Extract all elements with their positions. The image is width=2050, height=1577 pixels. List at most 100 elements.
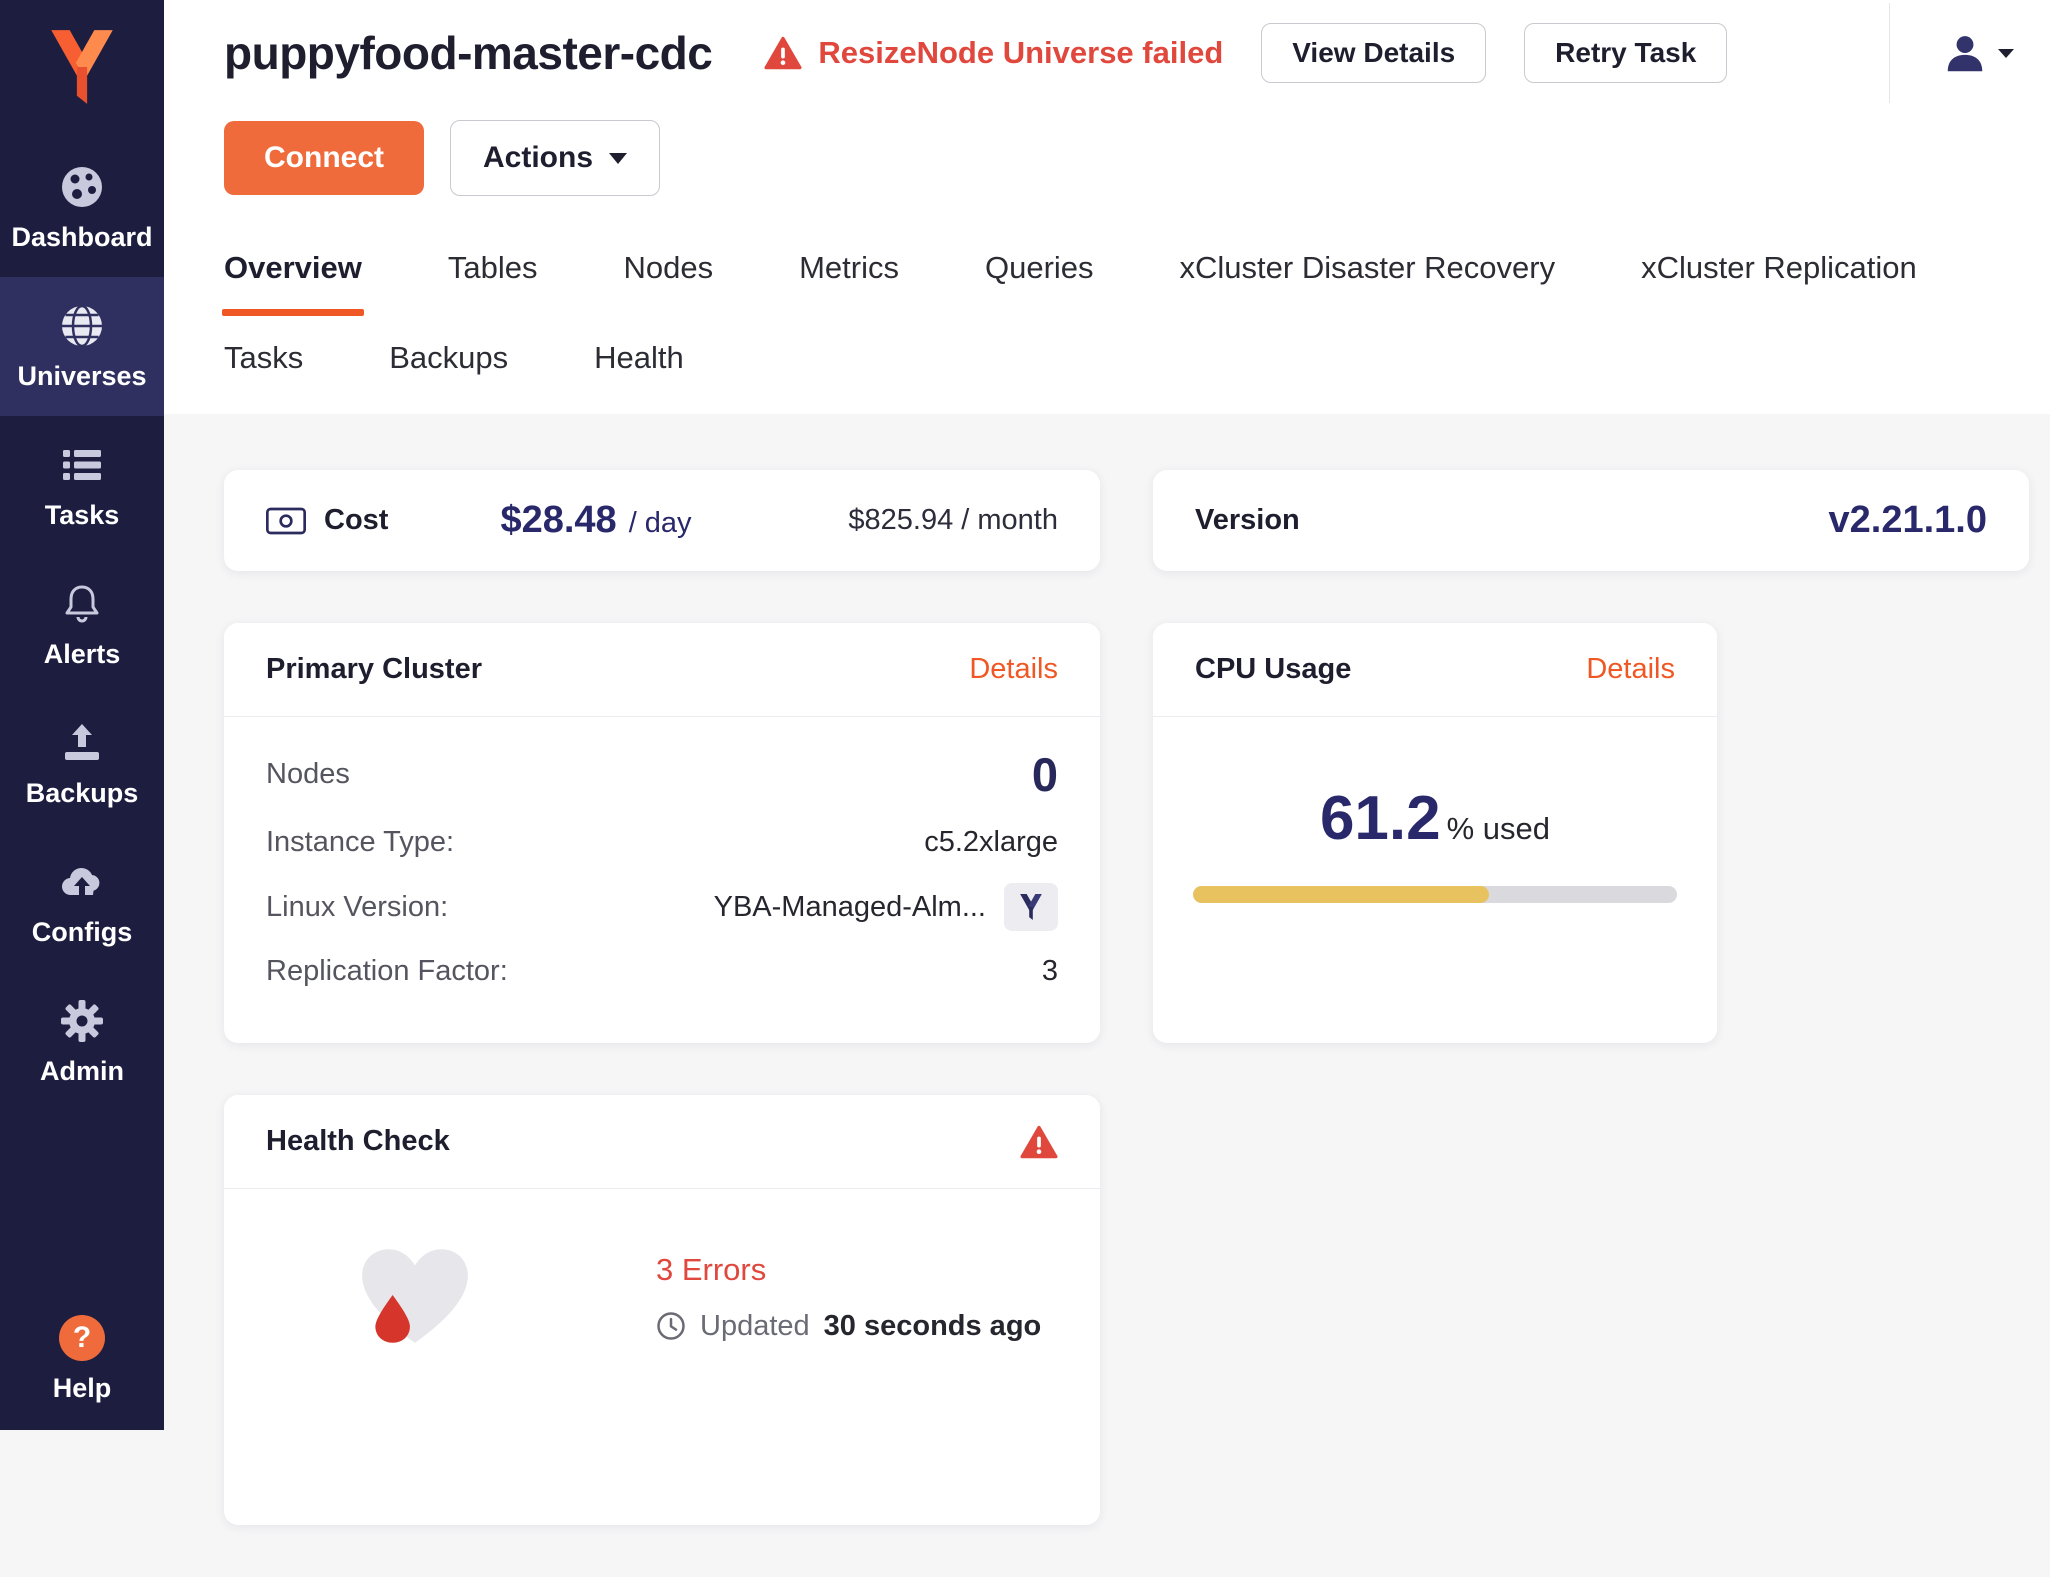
yugabyte-logo-icon <box>43 26 121 108</box>
cpu-usage-details-link[interactable]: Details <box>1586 653 1675 686</box>
header-top-row: puppyfood-master-cdc ResizeNode Universe… <box>224 0 2050 100</box>
sidebar-item-label: Universes <box>17 361 146 392</box>
tab-overview[interactable]: Overview <box>224 250 362 316</box>
sidebar-item-help[interactable]: ? Help <box>0 1289 164 1430</box>
health-updated-value: 30 seconds ago <box>824 1310 1042 1343</box>
cost-monthly-value: $825.94 / month <box>848 504 1058 537</box>
row-label: Linux Version: <box>266 891 448 924</box>
health-errors-link[interactable]: 3 Errors <box>656 1252 1041 1288</box>
tab-metrics[interactable]: Metrics <box>799 250 899 316</box>
cost-daily: $28.48 / day <box>500 499 691 542</box>
sidebar-item-universes[interactable]: Universes <box>0 277 164 416</box>
replication-factor-value: 3 <box>1042 955 1058 988</box>
sidebar-item-admin[interactable]: Admin <box>0 972 164 1111</box>
yugabyte-logo[interactable] <box>0 0 164 138</box>
tab-xcluster-disaster-recovery[interactable]: xCluster Disaster Recovery <box>1180 250 1556 316</box>
tab-health[interactable]: Health <box>594 340 684 376</box>
chevron-down-icon <box>609 153 627 164</box>
version-value: v2.21.1.0 <box>1829 499 1987 542</box>
cpu-usage-progress-fill <box>1193 886 1489 903</box>
primary-cluster-card: Primary Cluster Details Nodes 0 Instance… <box>224 623 1100 1043</box>
row-label: Instance Type: <box>266 826 454 859</box>
help-icon: ? <box>59 1315 105 1361</box>
linux-version-value: YBA-Managed-Alm... <box>714 891 986 924</box>
tabs-row-2: Tasks Backups Health <box>224 340 2050 414</box>
version-card: Version v2.21.1.0 <box>1153 470 2029 571</box>
tab-queries[interactable]: Queries <box>985 250 1094 316</box>
cluster-cards-row: Primary Cluster Details Nodes 0 Instance… <box>224 623 2050 1043</box>
cpu-usage-value-row: 61.2 % used <box>1320 783 1550 854</box>
sidebar-item-backups[interactable]: Backups <box>0 694 164 833</box>
health-check-card: Health Check 3 Errors <box>224 1095 1100 1525</box>
cpu-usage-suffix: % used <box>1447 811 1550 847</box>
tab-nodes[interactable]: Nodes <box>623 250 713 316</box>
tab-tasks[interactable]: Tasks <box>224 340 303 376</box>
row-label: Nodes <box>266 758 350 791</box>
health-updated-label: Updated <box>700 1310 810 1343</box>
sidebar: Dashboard Universes Tasks Alerts <box>0 0 164 1430</box>
actions-label: Actions <box>483 141 593 175</box>
sidebar-item-label: Alerts <box>44 639 121 670</box>
cloud-upload-icon <box>59 859 105 905</box>
instance-type-value: c5.2xlarge <box>924 826 1058 859</box>
user-menu[interactable] <box>1889 3 2050 103</box>
cpu-usage-body: 61.2 % used <box>1153 717 1717 903</box>
tasks-list-icon <box>59 442 105 488</box>
health-check-info: 3 Errors Updated 30 seconds ago <box>656 1252 1041 1343</box>
task-error-text: ResizeNode Universe failed <box>818 35 1223 71</box>
health-updated-row: Updated 30 seconds ago <box>656 1310 1041 1343</box>
cost-daily-unit: / day <box>629 507 692 540</box>
yugabyte-mini-logo-icon <box>1018 892 1044 922</box>
cluster-row-instance-type: Instance Type: c5.2xlarge <box>266 826 1058 859</box>
cluster-row-nodes: Nodes 0 <box>266 747 1058 802</box>
cpu-usage-card: CPU Usage Details 61.2 % used <box>1153 623 1717 1043</box>
sidebar-item-tasks[interactable]: Tasks <box>0 416 164 555</box>
cpu-usage-progress-track <box>1193 886 1677 903</box>
sidebar-item-alerts[interactable]: Alerts <box>0 555 164 694</box>
heart-with-drop-icon <box>354 1241 476 1353</box>
dashboard-icon <box>59 164 105 210</box>
health-check-body: 3 Errors Updated 30 seconds ago <box>224 1189 1100 1353</box>
view-details-button[interactable]: View Details <box>1261 23 1486 83</box>
warning-triangle-icon <box>764 36 802 70</box>
user-avatar-icon <box>1942 30 1988 76</box>
backups-upload-icon <box>59 720 105 766</box>
clock-icon <box>656 1311 686 1341</box>
main-area: puppyfood-master-cdc ResizeNode Universe… <box>164 0 2050 1430</box>
cash-icon <box>266 507 306 535</box>
row-label: Replication Factor: <box>266 955 508 988</box>
cluster-row-linux-version: Linux Version: YBA-Managed-Alm... <box>266 883 1058 931</box>
universe-actions-row: Connect Actions <box>224 120 2050 196</box>
retry-task-button[interactable]: Retry Task <box>1524 23 1727 83</box>
universe-header: puppyfood-master-cdc ResizeNode Universe… <box>164 0 2050 414</box>
primary-cluster-header: Primary Cluster Details <box>224 623 1100 717</box>
nodes-count-value: 0 <box>1032 747 1058 802</box>
cpu-usage-percent: 61.2 <box>1320 783 1441 854</box>
bell-icon <box>59 581 105 627</box>
connect-button[interactable]: Connect <box>224 121 424 195</box>
sidebar-item-configs[interactable]: Configs <box>0 833 164 972</box>
sidebar-item-label: Dashboard <box>11 222 152 253</box>
linux-version-image-button[interactable] <box>1004 883 1058 931</box>
health-warning-triangle-icon <box>1020 1125 1058 1159</box>
primary-cluster-details-link[interactable]: Details <box>969 653 1058 686</box>
cpu-usage-header: CPU Usage Details <box>1153 623 1717 717</box>
sidebar-spacer <box>0 1111 164 1289</box>
tab-backups[interactable]: Backups <box>389 340 508 376</box>
linux-version-wrap: YBA-Managed-Alm... <box>714 883 1058 931</box>
health-cards-row: Health Check 3 Errors <box>224 1095 2050 1525</box>
sidebar-item-label: Tasks <box>45 500 120 531</box>
sidebar-item-label: Backups <box>26 778 139 809</box>
tab-tables[interactable]: Tables <box>448 250 538 316</box>
chevron-down-icon <box>1998 49 2014 58</box>
overview-content: Cost $28.48 / day $825.94 / month Versio… <box>164 414 2050 1577</box>
actions-dropdown-button[interactable]: Actions <box>450 120 660 196</box>
tab-xcluster-replication[interactable]: xCluster Replication <box>1641 250 1917 316</box>
primary-cluster-body: Nodes 0 Instance Type: c5.2xlarge Linux … <box>224 717 1100 1042</box>
health-check-header: Health Check <box>224 1095 1100 1189</box>
task-error-badge: ResizeNode Universe failed <box>764 35 1223 71</box>
sidebar-item-dashboard[interactable]: Dashboard <box>0 138 164 277</box>
universe-title: puppyfood-master-cdc <box>224 26 712 80</box>
cost-card: Cost $28.48 / day $825.94 / month <box>224 470 1100 571</box>
tabs-row-1: Overview Tables Nodes Metrics Queries xC… <box>224 250 2050 316</box>
